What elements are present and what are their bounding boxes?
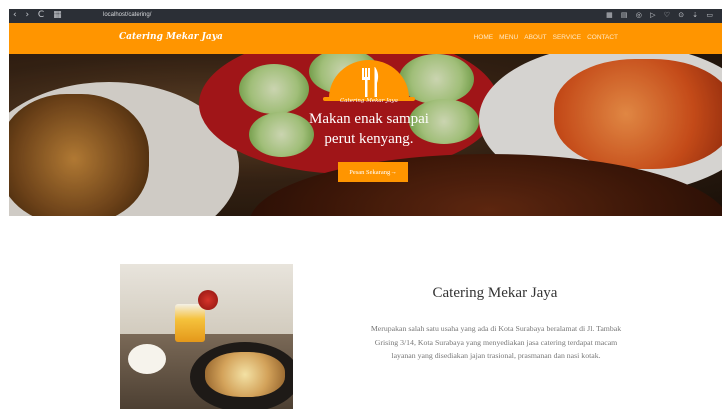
nav-link-menu[interactable]: MENU xyxy=(499,34,518,41)
about-image-fruit xyxy=(198,290,218,310)
brand-logo-text[interactable]: Catering Mekar Jaya xyxy=(119,32,223,42)
nav-link-service[interactable]: SERVICE xyxy=(553,34,581,41)
about-image-cup xyxy=(128,344,166,374)
site-navbar: Catering Mekar Jaya HOME MENU ABOUT SERV… xyxy=(9,23,722,54)
about-food-image xyxy=(120,264,293,409)
nav-link-about[interactable]: ABOUT xyxy=(524,34,546,41)
nav-links: HOME MENU ABOUT SERVICE CONTACT xyxy=(474,34,618,41)
hero-banner: Catering Mekar Jaya Makan enak sampai pe… xyxy=(9,54,722,216)
browser-nav-icons[interactable]: ‹ › C ▦ xyxy=(13,10,65,20)
browser-toolbar: ‹ › C ▦ localhost/catering/ ▦ ▤ ◎ ▷ ♡ ⊙ … xyxy=(9,9,722,23)
nav-link-contact[interactable]: CONTACT xyxy=(587,34,618,41)
about-image-food xyxy=(205,352,285,397)
hero-tagline: Makan enak sampai perut kenyang. xyxy=(309,111,429,147)
order-now-button[interactable]: Pesan Sekarang→ xyxy=(338,162,408,182)
address-bar-url[interactable]: localhost/catering/ xyxy=(103,12,151,18)
browser-extension-icons[interactable]: ▦ ▤ ◎ ▷ ♡ ⊙ ⇣ ▭ xyxy=(606,11,716,19)
about-title: Catering Mekar Jaya xyxy=(432,285,558,301)
nav-link-home[interactable]: HOME xyxy=(474,34,494,41)
about-description: Merupakan salah satu usaha yang ada di K… xyxy=(370,324,622,360)
hero-logo-caption: Catering Mekar Jaya xyxy=(340,98,398,104)
about-image-juice-glass xyxy=(175,304,205,342)
